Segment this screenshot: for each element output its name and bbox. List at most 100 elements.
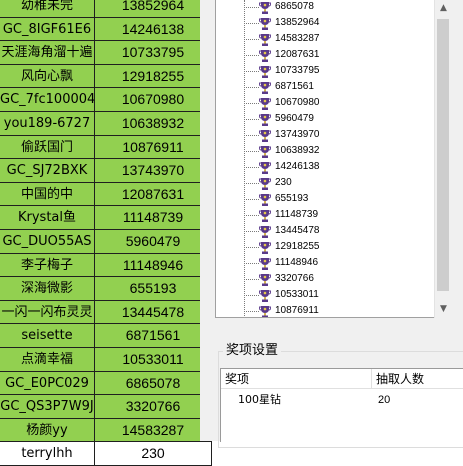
scroll-up-arrow-icon[interactable]: ▲ — [435, 0, 452, 17]
trophy-icon — [259, 144, 271, 158]
scroll-thumb[interactable] — [437, 19, 449, 291]
participant-name-cell[interactable]: 风向心飘 — [0, 64, 95, 89]
tree-item[interactable]: 14583287 — [244, 31, 444, 47]
tree-item[interactable]: 12087631 — [244, 47, 444, 63]
tree-item[interactable]: 6871561 — [244, 79, 444, 95]
participant-name-cell[interactable]: 李子梅子 — [0, 253, 95, 278]
table-row[interactable]: GC_DUO55AS 5960479 — [0, 230, 212, 254]
tree-item[interactable]: 13852964 — [244, 15, 444, 31]
participant-name-cell[interactable]: 深海微影 — [0, 277, 95, 301]
trophy-icon — [259, 80, 271, 94]
tree-item[interactable]: 11148946 — [244, 255, 444, 271]
tree-item[interactable]: 12918255 — [244, 239, 444, 255]
tree-item[interactable]: 10876911 — [244, 303, 444, 317]
participant-id-cell[interactable]: 13445478 — [95, 300, 212, 325]
participant-name-cell[interactable]: terrylhh — [0, 442, 95, 466]
participant-name-cell[interactable]: 中国的中 — [0, 182, 95, 207]
table-row[interactable]: 中国的中 12087631 — [0, 182, 212, 207]
participant-id-cell[interactable]: 14583287 — [95, 418, 212, 443]
award-count-cell[interactable]: 20 — [378, 391, 390, 409]
participant-id-cell[interactable]: 11148946 — [95, 253, 212, 278]
table-row[interactable]: GC_7fc100004 10670980 — [0, 88, 212, 112]
tree-item[interactable]: 6865078 — [244, 0, 444, 15]
participant-id-cell[interactable]: 6871561 — [95, 324, 212, 348]
tree-item[interactable]: 13445478 — [244, 223, 444, 239]
table-row[interactable]: 杨颜yy 14583287 — [0, 418, 212, 443]
table-row[interactable]: 风向心飘 12918255 — [0, 64, 212, 89]
tree-item-label: 14583287 — [275, 33, 320, 44]
participant-name-cell[interactable]: GC_E0PC029 — [0, 371, 95, 396]
participant-id-cell[interactable]: 655193 — [95, 277, 212, 301]
scroll-down-arrow-icon[interactable]: ▼ — [435, 301, 452, 318]
participant-id-cell[interactable]: 10733795 — [95, 41, 212, 65]
participant-name-cell[interactable]: 偷跃国门 — [0, 135, 95, 160]
table-row[interactable]: GC_E0PC029 6865078 — [0, 371, 212, 396]
tree-item[interactable]: 230 — [244, 175, 444, 191]
participant-name-cell[interactable]: GC_8IGF61E6 — [0, 17, 95, 42]
column-header-prize[interactable]: 奖项 — [221, 369, 372, 389]
participant-id-cell[interactable]: 13743970 — [95, 159, 212, 183]
table-row[interactable]: seisette 6871561 — [0, 324, 212, 348]
table-row[interactable]: you189-6727 10638932 — [0, 112, 212, 136]
participant-name-cell[interactable]: you189-6727 — [0, 112, 95, 136]
tree-item[interactable]: 5960479 — [244, 111, 444, 127]
table-row[interactable]: 深海微影 655193 — [0, 277, 212, 301]
table-row[interactable]: 天涯海角溜十遍 10733795 — [0, 41, 212, 65]
tree-item-label: 11148946 — [275, 257, 319, 268]
participant-name-cell[interactable]: GC_QS3P7W9J — [0, 395, 95, 419]
table-row[interactable]: 点滴幸福 10533011 — [0, 348, 212, 372]
participant-id-cell[interactable]: 14246138 — [95, 17, 212, 42]
participant-name-cell[interactable]: 天涯海角溜十遍 — [0, 41, 95, 65]
participant-name-cell[interactable]: seisette — [0, 324, 95, 348]
participant-name-cell[interactable]: GC_7fc100004 — [0, 88, 95, 112]
participant-id-cell[interactable]: 10638932 — [95, 112, 212, 136]
tree-item[interactable]: 10670980 — [244, 95, 444, 111]
tree-scrollbar[interactable]: ▲ ▼ — [434, 0, 452, 318]
trophy-icon — [259, 288, 271, 302]
participant-id-cell[interactable]: 10876911 — [95, 135, 212, 160]
participant-name-cell[interactable]: 一闪一闪布灵灵 — [0, 300, 95, 325]
tree-item[interactable]: 10533011 — [244, 287, 444, 303]
participant-id-cell[interactable]: 12918255 — [95, 64, 212, 89]
awards-table[interactable]: 奖项 抽取人数 100星钻 20 — [220, 368, 463, 442]
participant-id-cell[interactable]: 13852964 — [95, 0, 212, 18]
participant-id-cell[interactable]: 11148739 — [95, 206, 212, 230]
table-row[interactable]: 幼稚未完 13852964 — [0, 0, 212, 18]
participant-id-cell[interactable]: 3320766 — [95, 395, 212, 419]
tree-item[interactable]: 13743970 — [244, 127, 444, 143]
participant-tree-list[interactable]: 6865078 13852964 14583287 12087631 10733795 6… — [215, 0, 452, 318]
tree-item[interactable]: 10638932 — [244, 143, 444, 159]
column-header-count[interactable]: 抽取人数 — [372, 369, 463, 389]
tree-branch-line — [244, 39, 259, 40]
participant-name-cell[interactable]: 幼稚未完 — [0, 0, 95, 18]
participant-name-cell[interactable]: GC_SJ72BXK — [0, 159, 95, 183]
participant-id-cell[interactable]: 5960479 — [95, 230, 212, 254]
table-row[interactable]: GC_8IGF61E6 14246138 — [0, 17, 212, 42]
participant-name-cell[interactable]: 杨颜yy — [0, 418, 95, 443]
table-row[interactable]: GC_QS3P7W9J 3320766 — [0, 395, 212, 419]
tree-item[interactable]: 10733795 — [244, 63, 444, 79]
table-row[interactable]: Krystal鱼 11148739 — [0, 206, 212, 230]
participant-id-cell[interactable]: 10533011 — [95, 348, 212, 372]
trophy-icon — [259, 48, 271, 62]
participant-id-cell[interactable]: 6865078 — [95, 371, 212, 396]
participant-name-cell[interactable]: 点滴幸福 — [0, 348, 95, 372]
table-row[interactable]: GC_SJ72BXK 13743970 — [0, 159, 212, 183]
tree-item-label: 10876911 — [275, 305, 319, 316]
participant-name-cell[interactable]: GC_DUO55AS — [0, 230, 95, 254]
participant-id-cell[interactable]: 230 — [95, 442, 212, 466]
table-row[interactable]: 李子梅子 11148946 — [0, 253, 212, 278]
award-prize-cell[interactable]: 100星钻 — [238, 391, 281, 409]
table-row[interactable]: 一闪一闪布灵灵 13445478 — [0, 300, 212, 325]
tree-branch-line — [244, 103, 259, 104]
participant-name-cell[interactable]: Krystal鱼 — [0, 206, 95, 230]
tree-item[interactable]: 655193 — [244, 191, 444, 207]
table-row[interactable]: terrylhh 230 — [0, 442, 212, 466]
tree-branch-line — [244, 135, 259, 136]
participant-id-cell[interactable]: 10670980 — [95, 88, 212, 112]
tree-item[interactable]: 3320766 — [244, 271, 444, 287]
tree-item[interactable]: 14246138 — [244, 159, 444, 175]
tree-item[interactable]: 11148739 — [244, 207, 444, 223]
participant-id-cell[interactable]: 12087631 — [95, 182, 212, 207]
table-row[interactable]: 偷跃国门 10876911 — [0, 135, 212, 160]
